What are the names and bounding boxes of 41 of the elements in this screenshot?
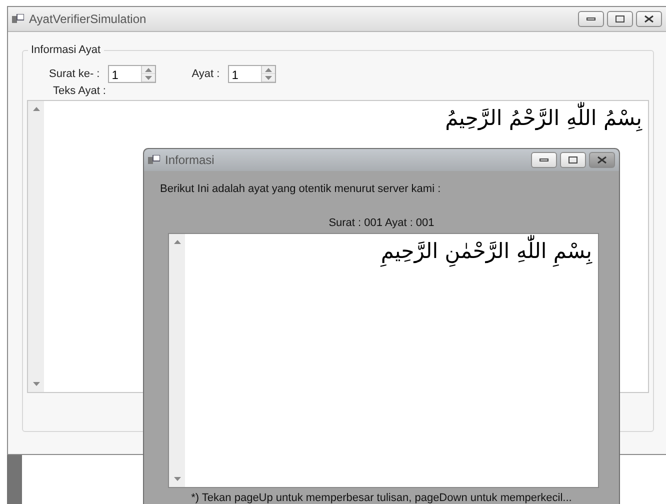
maximize-button[interactable] [560, 152, 586, 168]
scrollbar[interactable] [169, 234, 185, 487]
number-spinner[interactable]: 1 [108, 65, 156, 83]
verse-reference: Surat : 001 Ayat : 001 [328, 217, 436, 229]
verse-text-area[interactable]: بِسْمِ اللّٰهِ الرَّحْمٰنِ الرَّحِيمِ [168, 233, 599, 488]
footnote: *) Tekan pageUp untuk memperbesar tulisan, pageDown untuk memperkecil... [190, 492, 573, 504]
scroll-down-icon [174, 477, 180, 481]
minimize-button[interactable] [531, 152, 557, 168]
maximize-icon [615, 15, 625, 23]
number-spinner[interactable]: 1 [228, 65, 276, 83]
maximize-icon [568, 156, 578, 164]
verse-text: بِسْمِ اللّٰهِ الرَّحْمٰنِ الرَّحِيمِ [376, 234, 596, 270]
background-strip [7, 455, 22, 504]
up-arrow-icon [264, 68, 272, 72]
dialog-message: Berikut Ini adalah ayat yang otentik menurut server kami : [160, 183, 442, 195]
spinner-label: Ayat : [192, 68, 220, 80]
up-arrow-icon [144, 68, 152, 72]
app-icon [148, 155, 160, 165]
maximize-button[interactable] [607, 11, 633, 27]
scroll-up-icon [174, 240, 180, 244]
minimize-button[interactable] [578, 11, 604, 27]
minimize-icon [539, 158, 549, 162]
window-title: AyatVerifierSimulation [29, 12, 148, 26]
scroll-down-icon [32, 382, 40, 386]
down-arrow-icon [144, 76, 152, 80]
group-title: Informasi Ayat [28, 44, 104, 56]
close-icon [597, 156, 607, 164]
minimize-icon [586, 17, 596, 21]
close-icon [644, 15, 654, 23]
field-label: Teks Ayat : [53, 85, 107, 97]
dialog-title: Informasi [165, 153, 216, 167]
spin-down-button[interactable] [262, 74, 275, 82]
scrollbar[interactable] [28, 101, 44, 392]
spinner-label: Surat ke- : [49, 68, 100, 80]
close-button[interactable] [589, 152, 615, 168]
scroll-up-icon [32, 107, 40, 111]
spin-down-button[interactable] [142, 74, 155, 82]
verse-text: بِسْمُ اللّٰهِ الرَّحْمُ الرَّحِيمُ [441, 101, 646, 137]
down-arrow-icon [264, 76, 272, 80]
close-button[interactable] [636, 11, 662, 27]
app-icon [12, 14, 24, 24]
